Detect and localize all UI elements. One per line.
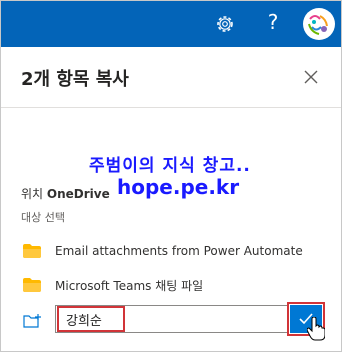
copy-dialog-frame: ? 2개 항목 복사 주범이의 지식 창고.. hope.pe.kr 위치 On… bbox=[0, 0, 342, 352]
help-button[interactable]: ? bbox=[263, 9, 283, 35]
folder-name-input[interactable] bbox=[56, 308, 266, 330]
user-avatar[interactable] bbox=[302, 7, 336, 41]
folder-icon bbox=[23, 278, 41, 292]
location-line: 위치 OneDrive bbox=[21, 185, 110, 202]
folder-item[interactable]: Email attachments from Power Automate bbox=[23, 240, 303, 262]
new-folder-icon bbox=[23, 314, 41, 328]
watermark-line-1: 주범이의 지식 창고.. bbox=[89, 156, 251, 176]
folder-icon bbox=[23, 244, 41, 258]
watermark-line-2: hope.pe.kr bbox=[117, 175, 240, 199]
location-label: 위치 bbox=[21, 187, 44, 201]
folder-label: Email attachments from Power Automate bbox=[55, 244, 303, 258]
copy-panel: 2개 항목 복사 주범이의 지식 창고.. hope.pe.kr 위치 OneD… bbox=[1, 47, 341, 351]
title-divider bbox=[1, 107, 341, 108]
folder-name-field[interactable] bbox=[55, 305, 289, 333]
folder-label: Microsoft Teams 채팅 파일 bbox=[55, 278, 204, 293]
gear-icon[interactable] bbox=[213, 12, 237, 36]
top-bar: ? bbox=[1, 1, 341, 47]
section-label: 대상 선택 bbox=[21, 211, 65, 224]
new-folder-row bbox=[23, 302, 325, 336]
location-value: OneDrive bbox=[46, 187, 110, 201]
folder-item[interactable]: Microsoft Teams 채팅 파일 bbox=[23, 274, 203, 296]
dialog-title: 2개 항목 복사 bbox=[21, 69, 129, 90]
close-icon[interactable] bbox=[303, 69, 319, 85]
hand-cursor-icon bbox=[307, 317, 325, 341]
